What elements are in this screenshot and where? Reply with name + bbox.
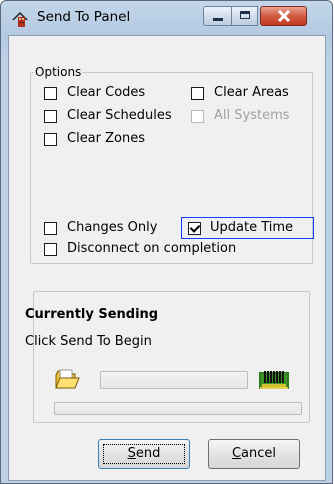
maximize-icon	[240, 11, 250, 19]
checkbox-box	[191, 110, 204, 123]
checkbox-label: All Systems	[214, 108, 290, 123]
checkbox-label[interactable]: Changes Only	[67, 220, 157, 235]
checkbox-label[interactable]: Clear Zones	[67, 131, 145, 146]
circuit-board-icon	[258, 368, 290, 392]
checkbox-label[interactable]: Update Time	[210, 220, 293, 235]
checkbox-box[interactable]	[191, 87, 204, 100]
window-title: Send To Panel	[37, 9, 131, 25]
maximize-button[interactable]	[231, 6, 258, 26]
checkbox-label[interactable]: Disconnect on completion	[67, 241, 236, 256]
open-folder-icon	[54, 368, 80, 390]
options-legend: Options	[34, 65, 83, 79]
dialog-client-area: Options Clear Codes Clear Areas Clear Sc…	[8, 35, 326, 481]
minimize-button[interactable]	[203, 6, 232, 26]
file-progress-bar	[100, 371, 248, 389]
checkbox-box[interactable]	[44, 110, 57, 123]
checkbox-label[interactable]: Clear Codes	[67, 85, 145, 100]
cancel-button-label: Cancel	[231, 446, 277, 461]
checkbox-label[interactable]: Clear Areas	[214, 85, 289, 100]
alarm-panel-icon[interactable]	[10, 9, 30, 29]
minimize-icon	[213, 18, 223, 21]
checkbox-box[interactable]	[44, 222, 57, 235]
send-to-panel-window: Send To Panel Options Clear Codes Clear …	[0, 0, 333, 484]
currently-sending-heading: Currently Sending	[25, 307, 159, 322]
send-button-label: Send	[127, 446, 161, 461]
cancel-button[interactable]: Cancel	[208, 439, 300, 469]
title-bar[interactable]: Send To Panel	[1, 1, 332, 34]
checkbox-box[interactable]	[44, 243, 57, 256]
overall-progress-bar	[54, 402, 302, 415]
close-icon	[277, 10, 291, 22]
checkbox-box[interactable]	[188, 222, 201, 235]
checkbox-label[interactable]: Clear Schedules	[67, 108, 172, 123]
checkbox-box[interactable]	[44, 87, 57, 100]
status-message: Click Send To Begin	[25, 334, 152, 349]
send-button[interactable]: Send	[98, 439, 190, 469]
close-button[interactable]	[260, 6, 307, 26]
checkbox-box[interactable]	[44, 133, 57, 146]
